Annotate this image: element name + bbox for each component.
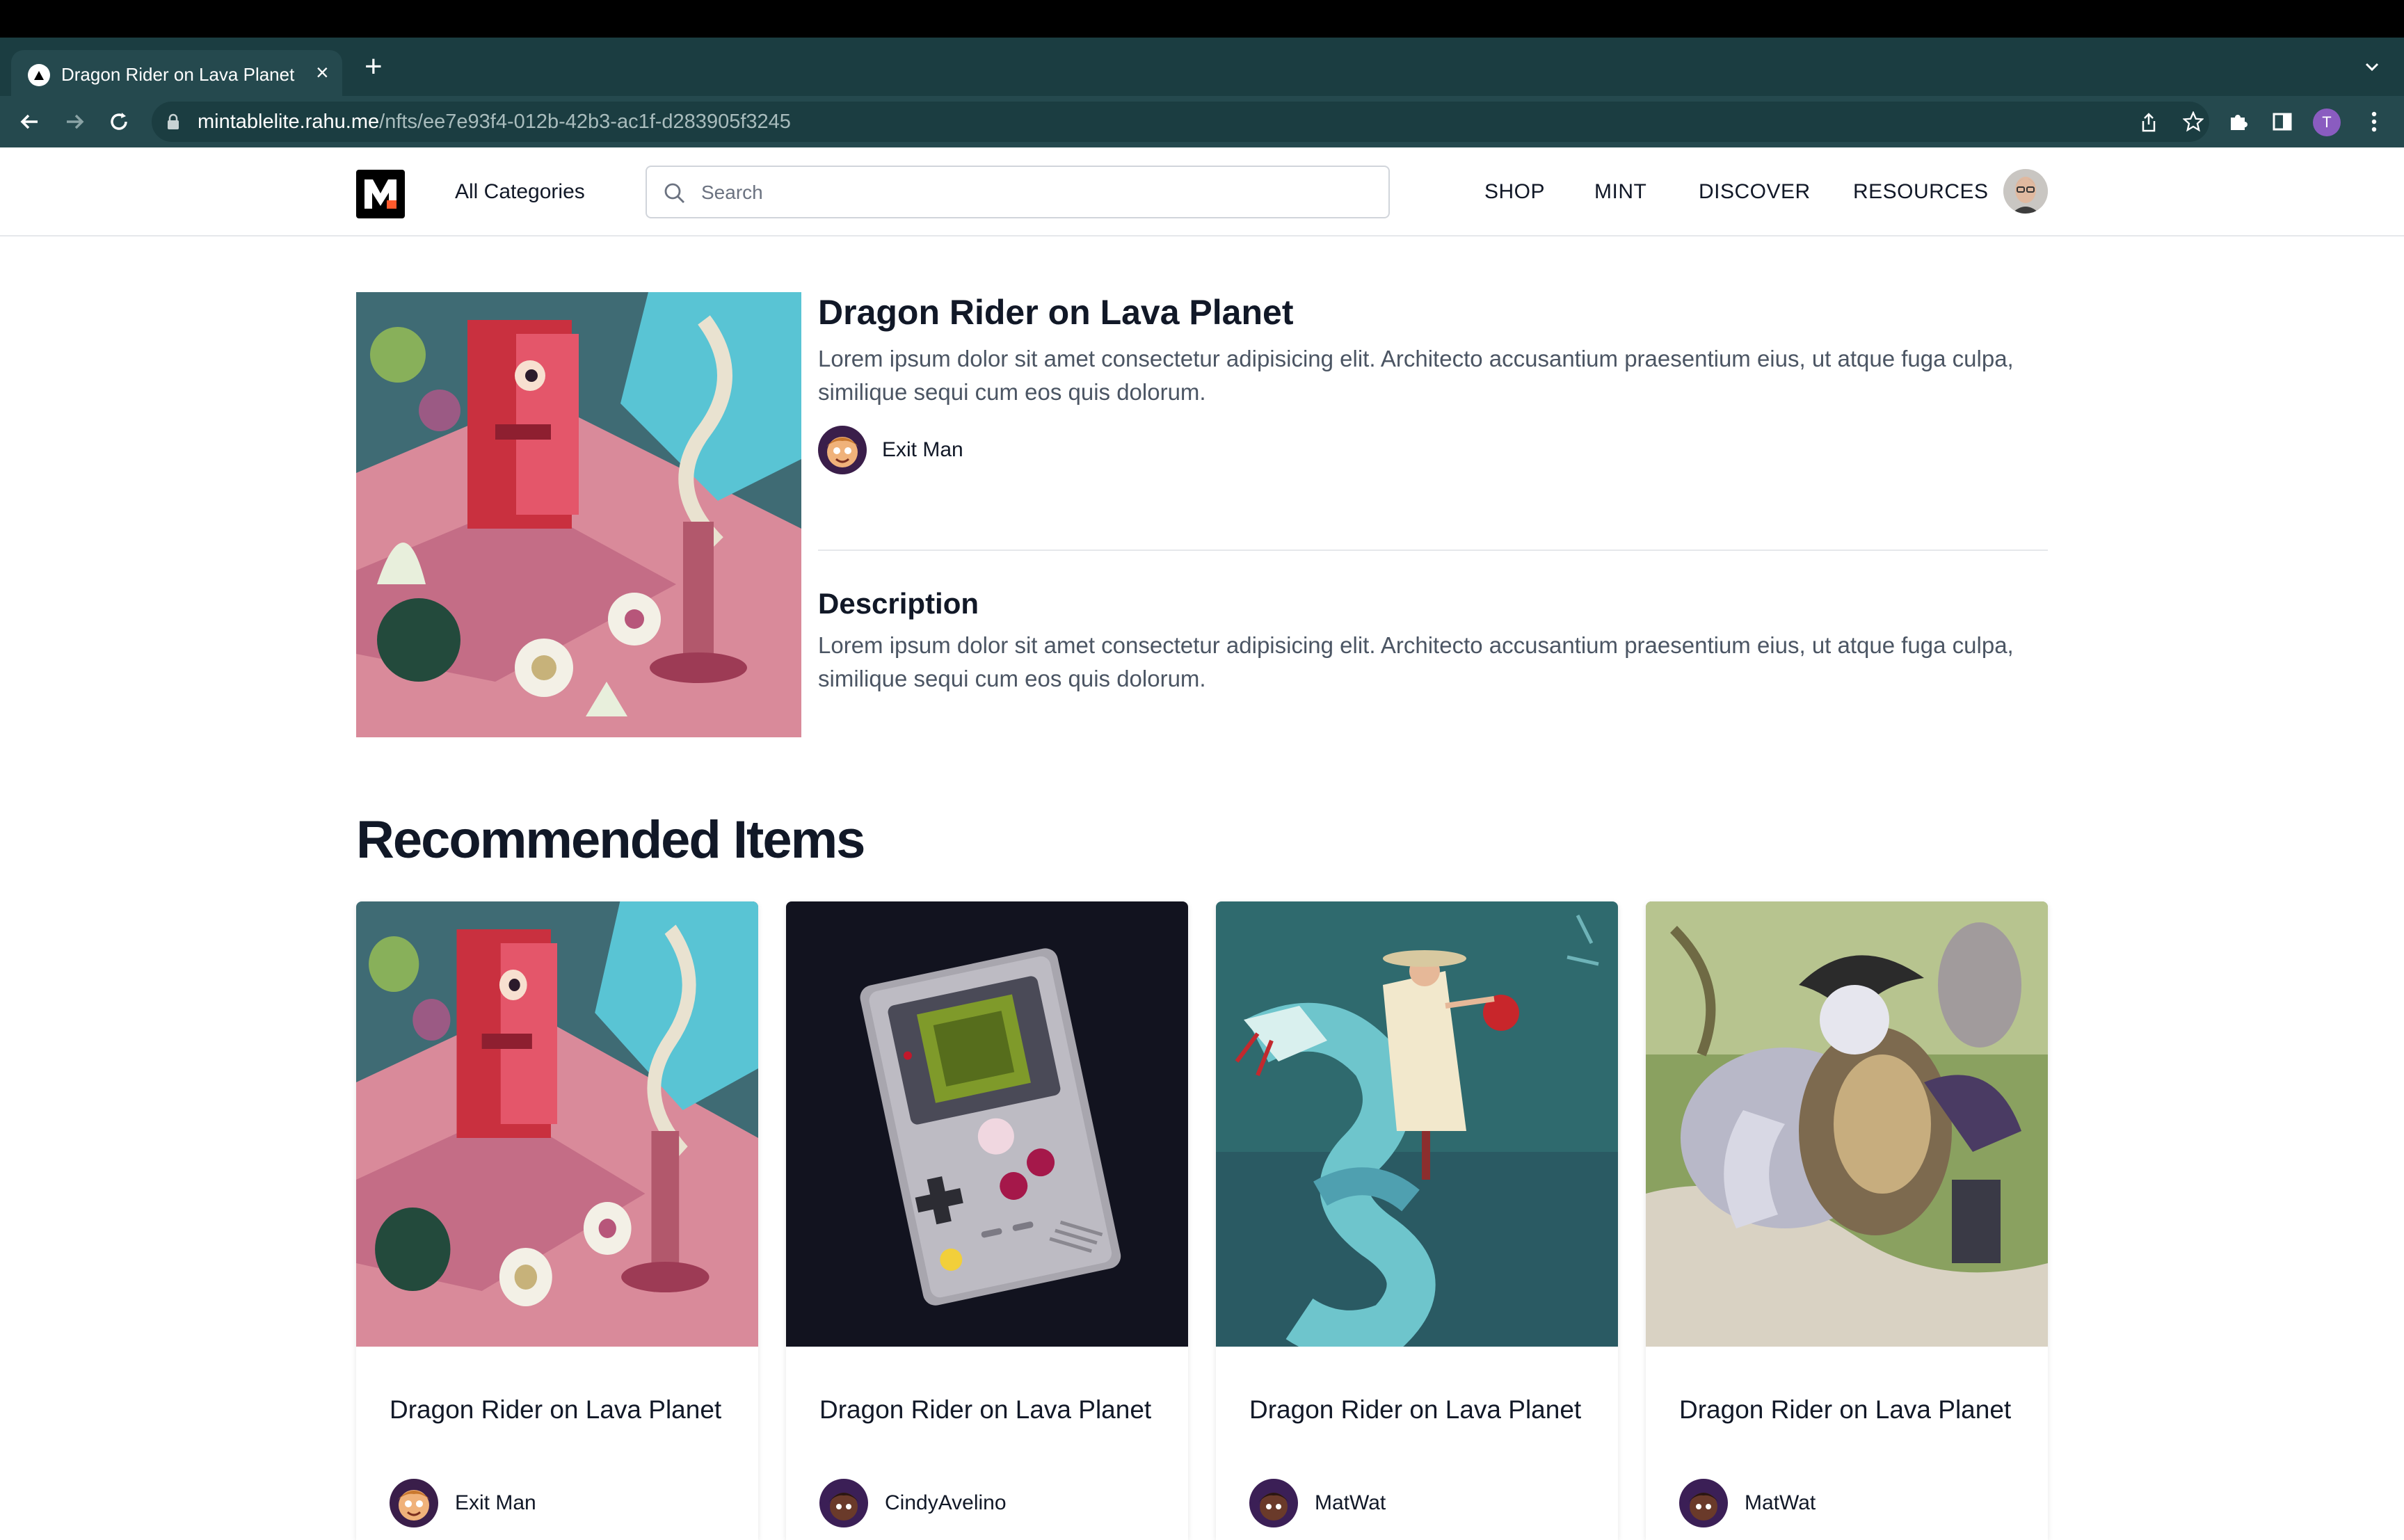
card-creator-avatar — [1249, 1479, 1298, 1527]
recommended-card[interactable]: Dragon Rider on Lava Planet MatWat — [1216, 901, 1618, 1540]
tab-search-chevron-icon[interactable] — [2364, 58, 2380, 75]
card-title: Dragon Rider on Lava Planet — [1679, 1395, 2012, 1424]
card-artwork-image — [356, 901, 758, 1347]
search-icon — [664, 183, 684, 203]
browser-tab-active[interactable]: Dragon Rider on Lava Planet × — [11, 50, 342, 96]
recommended-card[interactable]: Dragon Rider on Lava Planet Exit Man — [356, 901, 758, 1540]
nav-mint[interactable]: MINT — [1594, 180, 1646, 204]
search-input[interactable] — [701, 181, 1369, 204]
nav-discover[interactable]: DISCOVER — [1699, 180, 1811, 204]
reload-icon[interactable] — [106, 109, 132, 135]
share-icon[interactable] — [2140, 113, 2158, 132]
address-bar[interactable]: mintablelite.rahu.me/nfts/ee7e93f4-012b-… — [152, 102, 2209, 142]
card-artwork-image — [1216, 901, 1618, 1347]
card-creator-name: MatWat — [1315, 1491, 1386, 1514]
tab-title: Dragon Rider on Lava Planet — [61, 64, 295, 85]
card-title: Dragon Rider on Lava Planet — [819, 1395, 1152, 1424]
creator-name: Exit Man — [882, 438, 963, 461]
new-tab-icon[interactable]: + — [364, 51, 383, 82]
description-heading: Description — [818, 587, 979, 620]
card-creator-name: MatWat — [1745, 1491, 1816, 1514]
product-description: Lorem ipsum dolor sit amet consectetur a… — [818, 632, 2014, 691]
card-creator[interactable]: Exit Man — [390, 1479, 536, 1527]
card-creator-avatar — [1679, 1479, 1728, 1527]
browser-tab-strip: Dragon Rider on Lava Planet × + — [0, 38, 2404, 96]
forward-arrow-icon[interactable] — [61, 109, 88, 135]
back-arrow-icon[interactable] — [17, 109, 43, 135]
card-creator-name: CindyAvelino — [885, 1491, 1007, 1514]
creator-avatar — [818, 426, 867, 474]
extensions-puzzle-icon[interactable] — [2225, 109, 2251, 135]
user-avatar[interactable] — [2003, 169, 2048, 214]
url-text: mintablelite.rahu.me/nfts/ee7e93f4-012b-… — [198, 111, 791, 134]
bookmark-star-icon[interactable] — [2183, 111, 2204, 132]
recommended-heading: Recommended Items — [356, 810, 865, 869]
nav-shop[interactable]: SHOP — [1484, 180, 1545, 204]
card-creator-avatar — [390, 1479, 438, 1527]
card-creator-avatar — [819, 1479, 868, 1527]
recommended-card[interactable]: Dragon Rider on Lava Planet MatWat — [1646, 901, 2048, 1540]
card-title: Dragon Rider on Lava Planet — [1249, 1395, 1582, 1424]
site-favicon-icon — [28, 64, 50, 86]
product-summary: Lorem ipsum dolor sit amet consectetur a… — [818, 346, 2014, 405]
all-categories-link[interactable]: All Categories — [455, 180, 585, 204]
tab-close-icon[interactable]: × — [316, 60, 329, 85]
card-creator-name: Exit Man — [455, 1491, 536, 1514]
card-creator[interactable]: MatWat — [1679, 1479, 1816, 1527]
search-box[interactable] — [646, 166, 1390, 218]
card-creator[interactable]: MatWat — [1249, 1479, 1386, 1527]
url-path: /nfts/ee7e93f4-012b-42b3-ac1f-d283905f32… — [379, 111, 791, 133]
card-creator[interactable]: CindyAvelino — [819, 1479, 1007, 1527]
side-panel-icon[interactable] — [2269, 109, 2295, 135]
recommended-card[interactable]: Dragon Rider on Lava Planet CindyAvelino — [786, 901, 1188, 1540]
product-artwork-image — [356, 292, 801, 737]
section-divider — [818, 550, 2048, 551]
card-artwork-image — [786, 901, 1188, 1347]
browser-profile-avatar[interactable]: T — [2313, 109, 2341, 136]
nav-resources[interactable]: RESOURCES — [1853, 180, 1989, 204]
card-artwork-image — [1646, 901, 2048, 1347]
browser-toolbar: mintablelite.rahu.me/nfts/ee7e93f4-012b-… — [0, 96, 2404, 147]
site-header: All Categories SHOP MINT DISCOVER RESOUR… — [0, 147, 2404, 236]
browser-menu-kebab-icon[interactable] — [2361, 109, 2387, 135]
product-creator[interactable]: Exit Man — [818, 426, 963, 474]
url-host: mintablelite.rahu.me — [198, 111, 380, 133]
lock-icon — [168, 113, 179, 129]
os-menu-bar — [0, 0, 2404, 38]
product-title: Dragon Rider on Lava Planet — [818, 293, 1294, 332]
site-logo[interactable] — [356, 170, 405, 218]
card-title: Dragon Rider on Lava Planet — [390, 1395, 722, 1424]
